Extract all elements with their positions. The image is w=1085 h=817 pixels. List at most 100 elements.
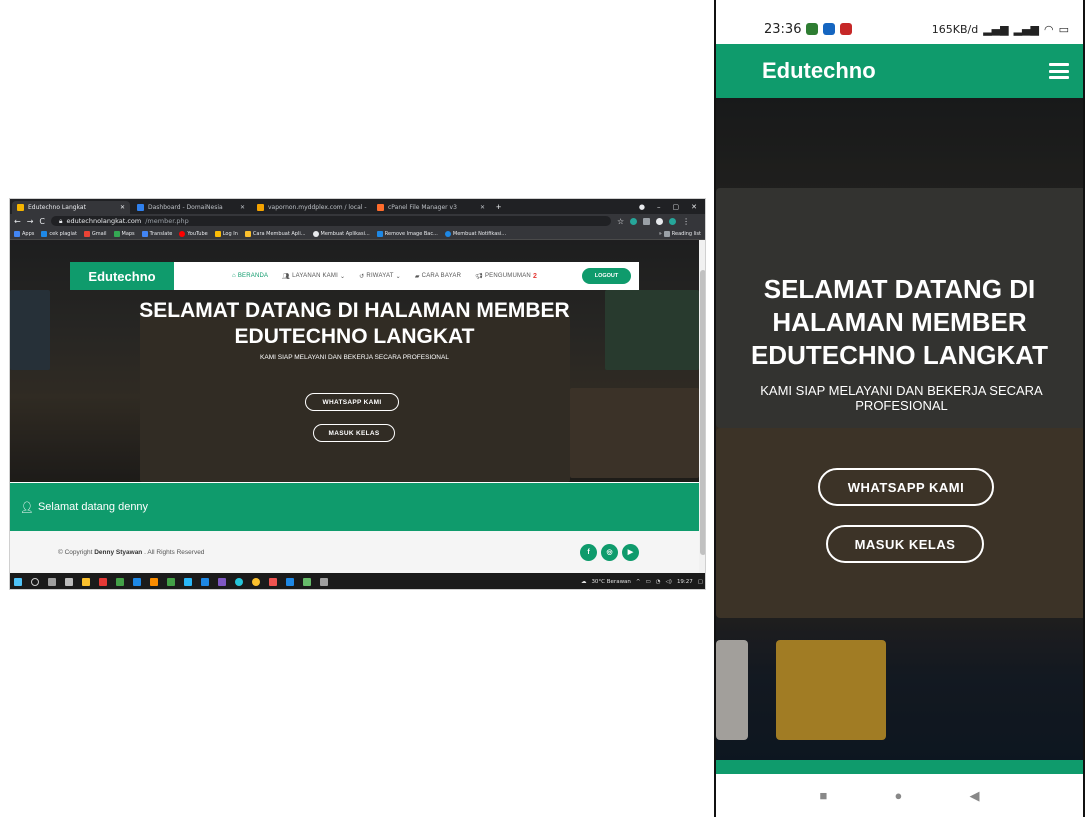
back-icon[interactable]: ◀ (969, 788, 979, 804)
bookmark-item[interactable]: Translate (141, 230, 172, 237)
chevron-double-icon: » (658, 230, 662, 237)
search-icon[interactable] (31, 578, 39, 586)
extension-icon[interactable] (643, 217, 651, 225)
chevron-down-icon: ⌄ (395, 273, 401, 280)
site-footer: © Copyright Denny Styawan . All Rights R… (10, 531, 699, 573)
bookmark-label: Remove Image Bac... (384, 230, 438, 237)
close-icon[interactable]: ✕ (240, 204, 245, 211)
phone-site-logo[interactable]: Edutechno (762, 58, 876, 84)
browser-tab-cpanel[interactable]: cPanel File Manager v3 ✕ (372, 201, 490, 214)
site-logo[interactable]: Edutechno (70, 262, 174, 290)
app-icon[interactable] (184, 578, 192, 586)
tray-chevron-icon[interactable]: ^ (636, 579, 641, 585)
bookmark-apps[interactable]: Apps (14, 230, 35, 237)
url-field[interactable]: 🔒︎ edutechnolangkat.com/member.php (51, 216, 611, 226)
hero-subtitle: KAMI SIAP MELAYANI DAN BEKERJA SECARA PR… (260, 354, 449, 361)
kebab-menu-icon[interactable]: ⋮ (682, 217, 690, 226)
bookmark-item[interactable]: YouTube (179, 230, 208, 237)
bookmark-label: YouTube (187, 230, 208, 237)
windows-start-icon[interactable] (14, 578, 22, 586)
phone-hero-title: SELAMAT DATANG DI HALAMAN MEMBER EDUTECH… (750, 274, 1049, 370)
app-icon[interactable] (133, 578, 141, 586)
hamburger-menu-icon[interactable] (1049, 63, 1069, 79)
battery-icon[interactable]: ▭ (646, 579, 651, 585)
hero-overlay (716, 98, 1083, 770)
app-icon[interactable] (201, 578, 209, 586)
profile-icon[interactable]: ● (639, 203, 645, 211)
phone-time: 23:36 (764, 21, 802, 37)
wifi-icon: ◠ (1043, 22, 1054, 36)
app-icon[interactable] (167, 578, 175, 586)
phone-masuk-kelas-button[interactable]: MASUK KELAS (826, 525, 984, 563)
phone-whatsapp-button[interactable]: WHATSAPP KAMI (818, 468, 994, 506)
bookmark-item[interactable]: Cara Membuat Apli... (244, 230, 306, 237)
profile-avatar-icon[interactable] (669, 217, 677, 225)
recents-icon[interactable]: ■ (820, 788, 828, 803)
bookmark-icon (41, 230, 48, 237)
minimize-icon[interactable]: – (657, 203, 661, 211)
bookmark-reading-list[interactable]: » Reading list (658, 230, 701, 237)
app-icon[interactable] (303, 578, 311, 586)
close-icon[interactable]: ✕ (120, 204, 125, 211)
close-window-icon[interactable]: ✕ (691, 203, 697, 211)
app-icon[interactable] (286, 578, 294, 586)
star-icon[interactable]: ☆ (617, 217, 624, 226)
extension-icon[interactable] (630, 217, 638, 225)
instagram-icon[interactable]: ◎ (601, 543, 618, 561)
app-icon[interactable] (218, 578, 226, 586)
browser-tab-edutechno[interactable]: Edutechno Langkat ✕ (12, 201, 130, 214)
reload-icon[interactable]: C (39, 217, 45, 226)
bookmark-item[interactable]: Remove Image Bac... (376, 230, 438, 237)
logout-button[interactable]: LOGOUT (582, 268, 631, 284)
wifi-icon[interactable]: ◔ (656, 579, 661, 585)
apps-icon (14, 230, 20, 237)
task-view-icon[interactable] (48, 578, 56, 586)
notification-icon[interactable]: ▢ (698, 579, 703, 585)
bookmark-item[interactable]: Log In (214, 230, 238, 237)
notification-app-icon (806, 23, 819, 35)
forward-icon[interactable]: → (27, 217, 34, 226)
bookmark-item[interactable]: Membuat Aplikasi... (312, 230, 370, 237)
home-icon[interactable]: ● (895, 788, 903, 803)
app-icon[interactable] (150, 578, 158, 586)
scrollbar-thumb[interactable] (700, 270, 705, 555)
bookmark-label: Apps (22, 230, 35, 237)
close-icon[interactable]: ✕ (480, 204, 485, 211)
bookmark-item[interactable]: Gmail (83, 230, 107, 237)
menu-pengumuman[interactable]: 📢︎ PENGUMUMAN 2 (475, 273, 537, 280)
app-icon[interactable] (116, 578, 124, 586)
copyright-suffix: . All Rights Reserved (144, 548, 205, 556)
app-icon[interactable] (320, 578, 328, 586)
clock-text[interactable]: 19:27 (677, 579, 693, 585)
volume-icon[interactable]: ◁) (666, 579, 672, 585)
edge-icon[interactable] (235, 578, 243, 586)
menu-riwayat[interactable]: ↺ RIWAYAT ⌄ (359, 273, 401, 280)
bookmark-icon (214, 230, 221, 237)
menu-layanan-kami[interactable]: 👥︎ LAYANAN KAMI ⌄ (282, 273, 345, 280)
whatsapp-button[interactable]: WHATSAPP KAMI (305, 393, 399, 411)
app-icon[interactable] (99, 578, 107, 586)
widgets-icon[interactable] (65, 578, 73, 586)
explorer-icon[interactable] (82, 578, 90, 586)
chrome-icon[interactable] (252, 578, 260, 586)
bookmark-item[interactable]: Membuat Notifikasi... (444, 230, 506, 237)
app-icon[interactable] (269, 578, 277, 586)
youtube-icon[interactable]: ▶ (622, 543, 639, 561)
new-tab-icon[interactable]: + (496, 202, 501, 212)
bookmark-item[interactable]: cek plagiat (41, 230, 77, 237)
back-icon[interactable]: ← (14, 217, 21, 226)
puzzle-icon[interactable] (656, 217, 664, 225)
menu-beranda[interactable]: ⌂ BERANDA (232, 273, 268, 279)
system-tray: ☁ 30°C Berawan ^ ▭ ◔ ◁) 19:27 ▢ (581, 579, 703, 585)
window-controls: ● – ▢ ✕ (639, 203, 705, 211)
page-scrollbar[interactable] (699, 240, 705, 573)
lock-icon: 🔒︎ (59, 216, 63, 225)
bookmark-item[interactable]: Maps (113, 230, 135, 237)
windows-taskbar: ☁ 30°C Berawan ^ ▭ ◔ ◁) 19:27 ▢ (10, 573, 705, 589)
browser-tab-dashboard[interactable]: Dashboard - DomaiNesia ✕ (132, 201, 250, 214)
facebook-icon[interactable]: f (580, 543, 597, 561)
masuk-kelas-button[interactable]: MASUK KELAS (313, 424, 395, 442)
menu-cara-bayar[interactable]: ▰ CARA BAYAR (415, 273, 461, 280)
maximize-icon[interactable]: ▢ (673, 203, 680, 211)
browser-tab-phpmyadmin[interactable]: vapornon.myddplex.com / local - ✕ (252, 201, 370, 214)
